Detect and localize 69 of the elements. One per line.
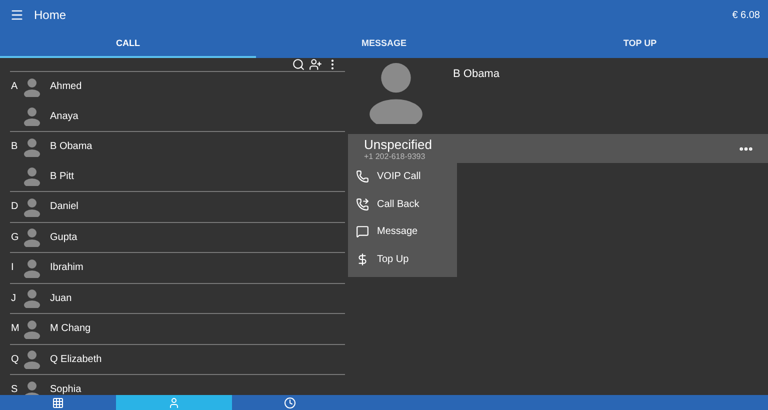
contact-row[interactable]: J Juan: [0, 284, 345, 313]
index-letter: G: [11, 232, 19, 243]
person-icon: [22, 76, 42, 97]
person-icon: [22, 166, 42, 186]
add-person-icon[interactable]: [309, 58, 322, 71]
menu-item[interactable]: Top Up: [348, 246, 457, 273]
contact-row[interactable]: S Sophia: [0, 375, 345, 395]
contact-name: M Chang: [50, 323, 91, 334]
menu-item[interactable]: VOIP Call: [348, 163, 457, 190]
contact-name: B Pitt: [50, 170, 74, 182]
tab[interactable]: TOP UP: [512, 30, 768, 58]
person-icon: [22, 349, 42, 370]
index-letter: S: [11, 384, 18, 395]
contact-name: B Obama: [453, 68, 500, 82]
index-letter: M: [11, 323, 20, 334]
contact-row[interactable]: G Gupta: [0, 222, 345, 252]
contact-name: Q Elizabeth: [50, 354, 102, 365]
phone-number: +1 202-618-9393: [364, 152, 426, 160]
person-icon: [22, 196, 42, 217]
index-letter: D: [11, 201, 18, 212]
menu-item-label: VOIP Call: [377, 171, 421, 182]
contact-name: Anaya: [50, 110, 78, 122]
menu-item-label: Message: [377, 226, 418, 238]
contact-row[interactable]: B Pitt: [0, 162, 345, 191]
contact-row[interactable]: Anaya: [0, 102, 345, 131]
balance: € 6.08: [732, 10, 760, 20]
number-bar[interactable]: Unspecified +1 202-618-9393: [348, 134, 768, 163]
contact-name: Sophia: [50, 384, 82, 395]
person-icon: [22, 380, 42, 395]
person-icon: [22, 136, 42, 157]
phone-icon: [356, 170, 369, 184]
contact-name: Ibrahim: [50, 262, 84, 274]
menu-item-label: Call Back: [377, 198, 420, 210]
phone-arrows-icon: [356, 198, 369, 211]
tab[interactable]: CALL: [0, 30, 256, 58]
index-letter: I: [11, 262, 14, 274]
dialpad-icon: [52, 397, 64, 409]
contact-name: Daniel: [50, 201, 78, 212]
clock-icon: [284, 397, 296, 409]
contact-name: Juan: [50, 292, 72, 304]
person-icon: [22, 106, 42, 126]
menu-item-label: Top Up: [377, 254, 409, 265]
index-letter: J: [11, 292, 16, 304]
menu-item[interactable]: Message: [348, 218, 457, 246]
contact-row[interactable]: B B Obama: [0, 132, 345, 162]
contact-row[interactable]: Q Q Elizabeth: [0, 344, 345, 374]
index-letter: B: [11, 141, 18, 152]
contact-name: Gupta: [50, 232, 78, 243]
person-icon: [22, 258, 42, 278]
contact-name: Ahmed: [50, 81, 82, 92]
contact-row[interactable]: I Ibrahim: [0, 253, 345, 282]
search-icon[interactable]: [292, 58, 305, 71]
contact-row[interactable]: A Ahmed: [0, 72, 345, 102]
index-letter: A: [11, 81, 18, 92]
person-icon: [22, 318, 42, 339]
menu-icon[interactable]: [10, 8, 24, 22]
contact-row[interactable]: M M Chang: [0, 314, 345, 344]
tab[interactable]: MESSAGE: [256, 30, 512, 58]
number-label: Unspecified: [364, 136, 432, 152]
contact-row[interactable]: D Daniel: [0, 192, 345, 222]
contact-name: B Obama: [50, 141, 92, 152]
page-title: Home: [34, 8, 68, 22]
menu-item[interactable]: Call Back: [348, 190, 457, 218]
chat-bubble-icon: [356, 225, 369, 238]
person-icon: [168, 397, 180, 409]
person-icon: [22, 288, 42, 308]
dollar-icon: [356, 252, 369, 266]
person-icon: [22, 227, 42, 248]
index-letter: Q: [11, 354, 19, 365]
